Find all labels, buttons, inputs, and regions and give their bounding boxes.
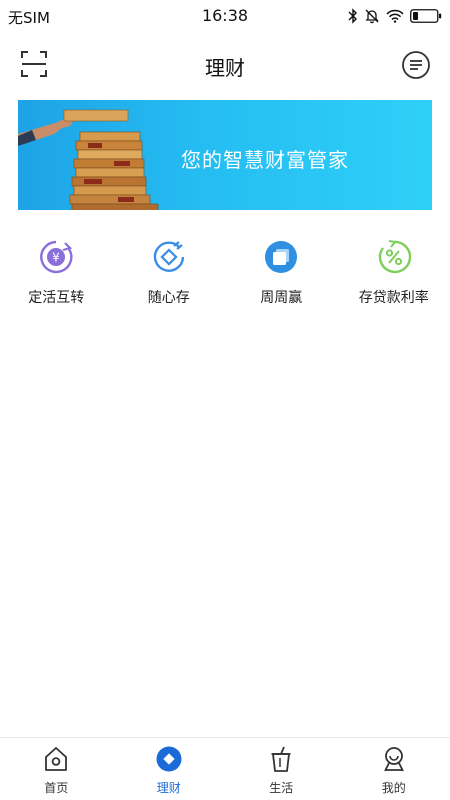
tab-label: 理财 [156, 781, 181, 795]
percent-icon [378, 240, 411, 274]
tab-label: 生活 [269, 781, 294, 795]
quick-entry-grid: ¥ 定活互转 随心存 周周赢 存贷款利率 [0, 236, 450, 316]
quick-entry-label: 周周赢 [260, 290, 303, 306]
tab-life[interactable]: 生活 [225, 738, 338, 800]
quick-entry-label: 定活互转 [28, 290, 85, 306]
battery-icon [410, 9, 442, 23]
quick-entry-label: 存贷款利率 [358, 290, 429, 306]
status-bar: 无SIM 16:38 [0, 0, 450, 32]
cup-icon [271, 746, 291, 772]
tab-mine[interactable]: 我的 [338, 738, 450, 800]
message-icon[interactable] [401, 50, 431, 80]
tab-finance[interactable]: 理财 [113, 738, 226, 800]
nav-bar: 理财 [0, 36, 450, 92]
deposit-icon [153, 241, 184, 272]
quick-entry-flexible-deposit[interactable]: 随心存 [113, 236, 226, 316]
jenga-tower-image [18, 109, 159, 210]
tab-label: 首页 [44, 781, 69, 795]
quick-entry-interest-rates[interactable]: 存贷款利率 [338, 236, 450, 316]
status-icons [348, 6, 442, 26]
svg-text:¥: ¥ [52, 251, 60, 265]
tab-home[interactable]: 首页 [0, 738, 113, 800]
bluetooth-icon [348, 8, 357, 24]
promo-banner[interactable]: 您的智慧财富管家 [18, 100, 432, 210]
yuan-cycle-icon: ¥ [40, 240, 73, 274]
finance-icon [156, 746, 182, 772]
weekly-win-icon [265, 241, 298, 273]
mute-bell-icon [365, 9, 379, 24]
tab-label: 我的 [381, 781, 406, 795]
profile-icon [383, 747, 404, 772]
page-title: 理财 [205, 56, 245, 80]
quick-entry-fixed-current-transfer[interactable]: ¥ 定活互转 [0, 236, 113, 316]
banner-slogan: 您的智慧财富管家 [181, 148, 349, 172]
wifi-icon [386, 9, 404, 23]
home-icon [45, 747, 68, 771]
quick-entry-weekly-win[interactable]: 周周赢 [225, 236, 338, 316]
bottom-tab-bar: 首页 理财 生活 我的 [0, 737, 450, 800]
quick-entry-label: 随心存 [147, 290, 190, 306]
